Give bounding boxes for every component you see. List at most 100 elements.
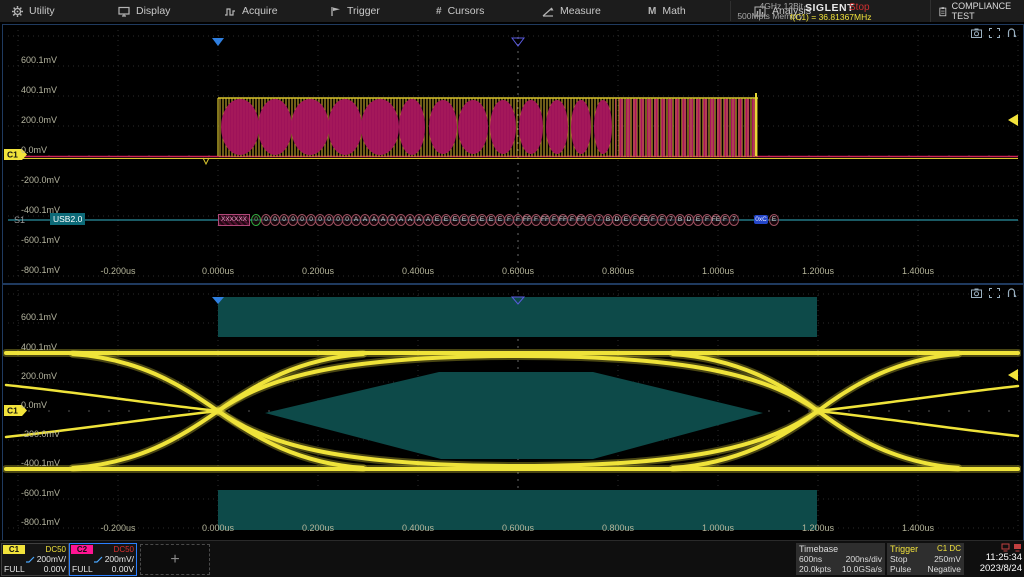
measure-icon [542, 6, 554, 17]
menu-bar: Utility Display Acquire Trigger # Cursor… [0, 0, 1024, 22]
x-axis-label: -0.200us [88, 266, 148, 276]
menu-measure[interactable]: Measure [530, 0, 636, 22]
timebase-title: Timebase [799, 544, 838, 554]
popout-icon[interactable] [1007, 288, 1017, 298]
decode-unknown-block: XXXXXX [218, 214, 250, 226]
slope-icon [94, 556, 103, 563]
timebase-rate: 10.0GSa/s [842, 564, 882, 574]
decode-end-token: E [769, 214, 779, 226]
compliance-test-label: COMPLIANCE TEST [952, 1, 1024, 21]
waveform-plot-top[interactable]: C1 600.1mV400.1mV200.0mV0.0mV-200.0mV-40… [2, 24, 1024, 284]
y-axis-label: -400.1mV [21, 458, 60, 468]
trigger-box[interactable]: Trigger C1 DC Stop 250mV Pulse Negative [887, 543, 964, 575]
oscilloscope-screen: { "menu": { "items": [ {"label": "Utilit… [0, 0, 1024, 576]
clipboard-icon [939, 6, 947, 17]
y-axis-label: -200.0mV [21, 175, 60, 185]
menu-math-label: Math [662, 5, 685, 17]
c1-scale: 200mV/ [37, 554, 66, 564]
y-axis-label: 0.0mV [21, 400, 47, 410]
flag-icon [330, 6, 341, 17]
network-status-icons [966, 543, 1022, 552]
y-axis-label: -200.0mV [21, 429, 60, 439]
x-axis-label: 0.800us [588, 266, 648, 276]
timebase-box[interactable]: Timebase 600ns 200ns/div 20.0kpts 10.0GS… [796, 543, 885, 575]
decode-start-token: 0 [251, 214, 261, 226]
slope-icon [26, 556, 35, 563]
trigger-source: C1 DC [937, 544, 961, 554]
acquire-icon [224, 6, 236, 17]
eye-mask-regions [218, 297, 817, 530]
x-axis-label: 0.200us [288, 266, 348, 276]
trigger-title: Trigger [890, 544, 918, 554]
decode-address-token: 0xC [754, 215, 768, 224]
fullscreen-icon[interactable] [989, 28, 1000, 38]
x-axis-label: 0.600us [488, 523, 548, 533]
svg-text:C1: C1 [7, 406, 18, 416]
fullscreen-icon[interactable] [989, 288, 1000, 298]
y-axis-label: 200.0mV [21, 115, 57, 125]
menu-math[interactable]: M Math [636, 0, 742, 22]
lan-icon [1001, 543, 1010, 552]
timebase-points: 20.0kpts [799, 564, 831, 574]
x-axis-label: 0.400us [388, 266, 448, 276]
frequency-readout: f(C1) = 36.81367MHz [790, 12, 872, 22]
clock-time: 11:25:34 [966, 552, 1022, 563]
status-bar: C1 DC50 200mV/ FULL 0.00V C2 DC50 200mV/… [0, 540, 1024, 577]
c1-offset: 0.00V [44, 564, 66, 574]
camera-icon[interactable] [971, 28, 982, 38]
menu-measure-label: Measure [560, 5, 601, 17]
menu-display[interactable]: Display [106, 0, 212, 22]
y-axis-label: -600.1mV [21, 235, 60, 245]
add-trace-button[interactable]: + [140, 544, 210, 575]
camera-icon[interactable] [971, 288, 982, 298]
y-axis-label: 600.1mV [21, 312, 57, 322]
trigger-position-marker[interactable] [212, 38, 224, 46]
trigger-level-marker[interactable] [1008, 369, 1018, 381]
menu-trigger-label: Trigger [347, 5, 380, 17]
x-axis-label: 0.200us [288, 523, 348, 533]
menu-acquire[interactable]: Acquire [212, 0, 318, 22]
menu-cursors[interactable]: # Cursors [424, 0, 530, 22]
remote-icon [1013, 543, 1022, 552]
c2-scale: 200mV/ [105, 554, 134, 564]
svg-text:C1: C1 [7, 150, 18, 160]
display-icon [118, 6, 130, 17]
timebase-scale: 200ns/div [846, 554, 882, 564]
y-axis-label: 400.1mV [21, 85, 57, 95]
c1-coupling: DC50 [46, 545, 66, 554]
menu-trigger[interactable]: Trigger [318, 0, 424, 22]
bottom-panel-tools [971, 288, 1017, 298]
bus-type-label[interactable]: USB2.0 [50, 213, 85, 225]
popout-icon[interactable] [1007, 28, 1017, 38]
x-axis-label: 1.000us [688, 523, 748, 533]
menu-acquire-label: Acquire [242, 5, 278, 17]
y-axis-label: -800.1mV [21, 265, 60, 275]
y-axis-label: 600.1mV [21, 55, 57, 65]
eye-plot-canvas: C1 [3, 285, 1021, 539]
clock-box: 11:25:34 2023/8/24 [966, 543, 1022, 575]
x-axis-label: 1.200us [788, 523, 848, 533]
menu-utility[interactable]: Utility [0, 0, 106, 22]
bus-marker: S1 [14, 215, 25, 225]
trigger-type: Pulse [890, 564, 911, 574]
menu-utility-label: Utility [29, 5, 55, 17]
trigger-level-marker[interactable] [1008, 114, 1018, 126]
compliance-test-button[interactable]: COMPLIANCE TEST [930, 0, 1024, 22]
channel-box-c2[interactable]: C2 DC50 200mV/ FULL 0.00V [69, 543, 137, 576]
y-axis-label: 400.1mV [21, 342, 57, 352]
c2-bandwidth: FULL [72, 564, 93, 574]
x-axis-label: 0.800us [588, 523, 648, 533]
eye-diagram-plot[interactable]: C1 600.1mV400.1mV200.0mV0.0mV-200.0mV-40… [2, 284, 1024, 542]
channel-box-c1[interactable]: C1 DC50 200mV/ FULL 0.00V [1, 543, 69, 576]
x-axis-label: 1.000us [688, 266, 748, 276]
c1-bandwidth: FULL [4, 564, 25, 574]
menu-display-label: Display [136, 5, 170, 17]
trigger-state: Stop [890, 554, 908, 564]
gear-icon [12, 6, 23, 17]
trigger-level: 250mV [934, 554, 961, 564]
clock-date: 2023/8/24 [966, 563, 1022, 574]
top-panel-tools [971, 28, 1017, 38]
y-axis-label: -600.1mV [21, 488, 60, 498]
top-plot-canvas: C1 [3, 25, 1021, 281]
x-axis-label: 0.400us [388, 523, 448, 533]
